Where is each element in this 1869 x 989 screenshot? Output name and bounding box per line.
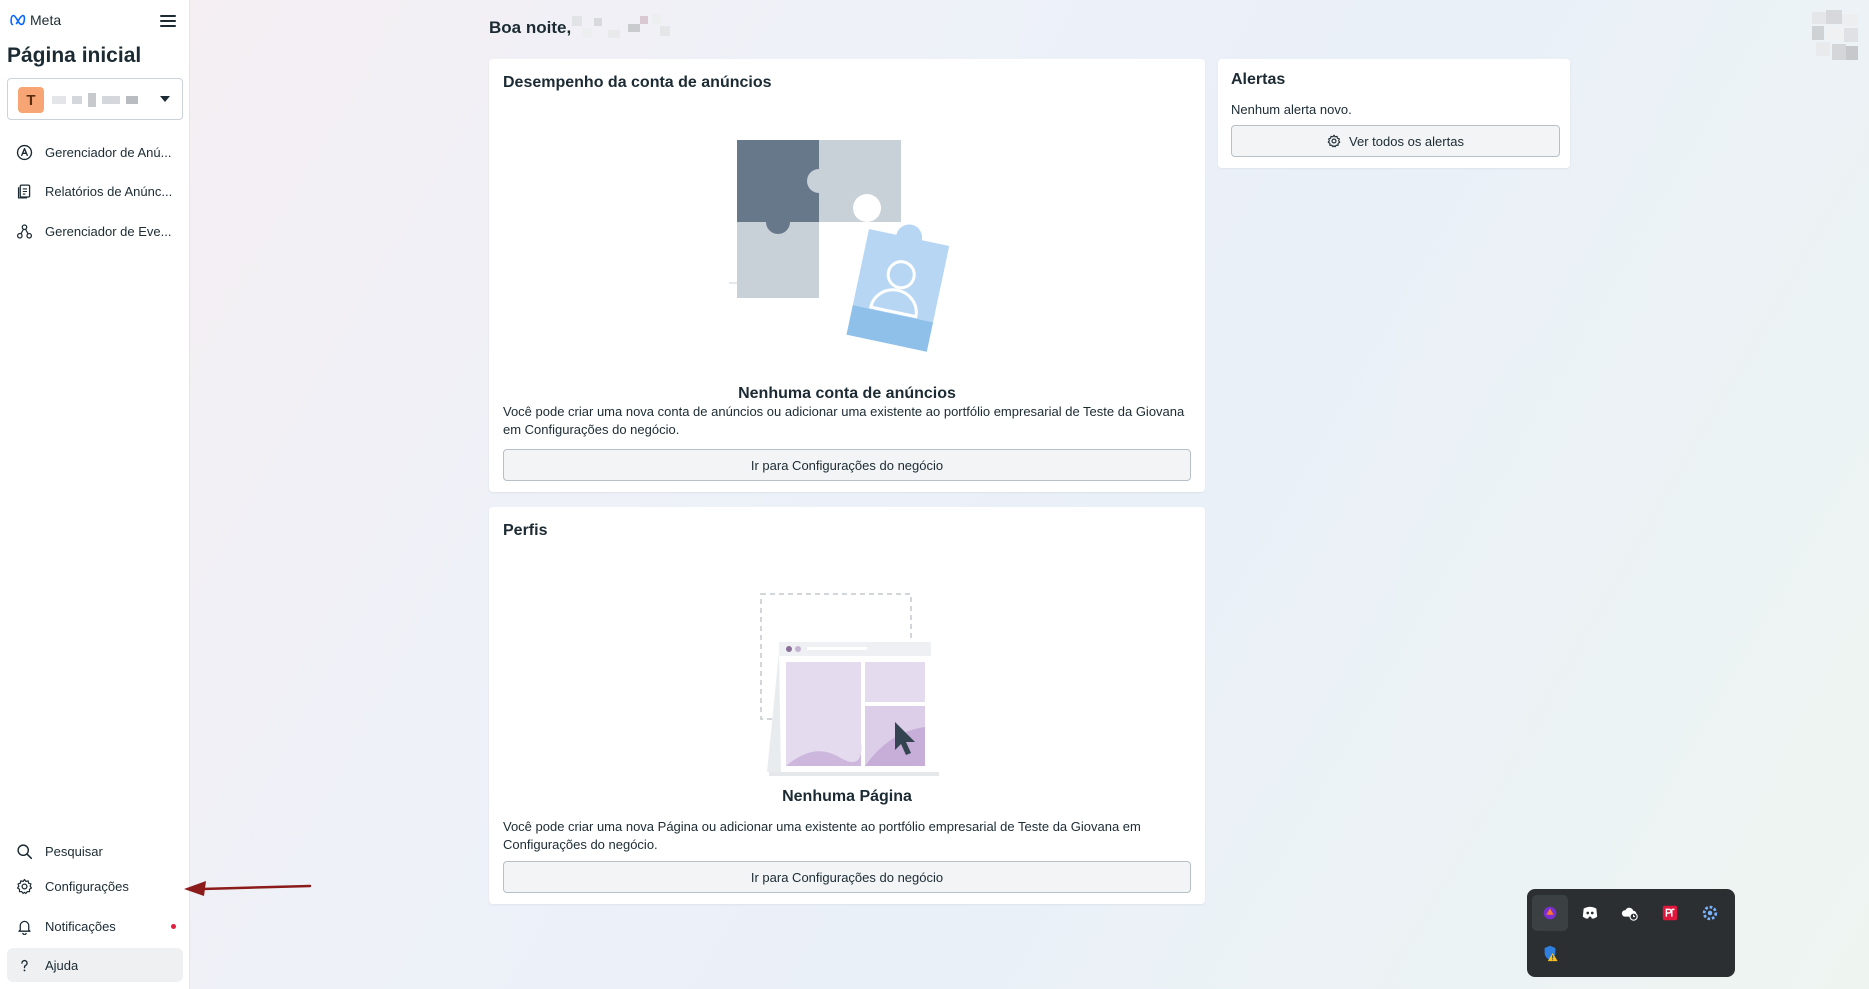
empty-state-title: Nenhuma conta de anúncios [738,385,956,402]
empty-state-description: Você pode criar uma nova Página ou adici… [503,819,1141,852]
go-to-business-settings-button[interactable]: Ir para Configurações do negócio [503,449,1191,481]
view-all-alerts-button[interactable]: Ver todos os alertas [1231,125,1560,157]
sidebar-item-label: Gerenciador de Eve... [45,223,172,239]
menu-toggle-icon[interactable] [160,15,176,27]
help-icon [15,956,33,974]
page-title: Página inicial [7,44,142,67]
reports-icon [15,182,33,200]
empty-state-description: Você pode criar uma nova conta de anúnci… [503,404,1185,437]
sidebar-item-label: Relatórios de Anúnc... [45,183,173,199]
sidebar-item-search[interactable]: Pesquisar [7,834,183,868]
page-illustration [760,593,939,776]
gear-icon [1327,134,1341,148]
settings-gear-icon[interactable] [1692,895,1728,931]
discord-icon[interactable] [1572,895,1608,931]
chevron-down-icon [160,96,170,102]
meta-infinity-icon [10,14,26,26]
sidebar-item-notifications[interactable]: Notificações [7,909,183,943]
pdf-app-icon[interactable] [1652,895,1688,931]
search-icon [15,842,33,860]
app-purple-icon[interactable] [1532,895,1568,931]
sidebar-item-label: Gerenciador de Anú... [45,144,172,160]
events-manager-icon [15,222,33,240]
system-tray-overflow [1527,889,1735,977]
sidebar-item-events-manager[interactable]: Gerenciador de Eve... [7,214,183,248]
gear-icon [15,877,33,895]
cloud-sync-icon[interactable] [1612,895,1648,931]
profiles-card: Perfis Nenhuma Página Você pode criar um… [489,507,1205,904]
bell-icon [15,917,33,935]
sidebar: Meta Página inicial T Gerenciador de Anú… [0,0,190,989]
empty-state-title: Nenhuma Página [782,788,912,805]
meta-logo[interactable]: Meta [10,12,61,28]
card-title: Alertas [1231,71,1286,88]
alerts-empty-message: Nenhum alerta novo. [1231,102,1352,117]
alerts-card: Alertas Nenhum alerta novo. Ver todos os… [1218,59,1570,168]
profile-avatar-redacted[interactable] [1812,10,1860,64]
ad-account-performance-card: Desempenho da conta de anúncios Nenhuma … [489,59,1205,492]
sidebar-item-ads-manager[interactable]: Gerenciador de Anú... [7,135,183,169]
greeting-text: Boa noite, [489,18,572,37]
go-to-business-settings-button[interactable]: Ir para Configurações do negócio [503,861,1191,893]
sidebar-item-label: Pesquisar [45,843,103,859]
account-name-redacted [52,92,152,108]
defender-warning-icon[interactable] [1532,935,1568,971]
card-title: Perfis [503,522,548,539]
meta-brand-label: Meta [30,12,62,28]
sidebar-item-label: Ajuda [45,957,79,973]
business-account-selector[interactable]: T [7,78,183,120]
user-name-redacted [572,14,670,38]
button-label: Ver todos os alertas [1349,133,1464,149]
account-avatar: T [18,87,44,113]
card-title: Desempenho da conta de anúncios [503,74,772,91]
annotation-arrow [184,881,312,896]
puzzle-illustration [729,140,950,352]
ads-manager-icon [15,143,33,161]
sidebar-item-label: Notificações [45,918,116,934]
sidebar-item-help[interactable]: Ajuda [7,948,183,982]
notification-badge-dot [171,924,176,929]
sidebar-item-label: Configurações [45,878,129,894]
sidebar-item-settings[interactable]: Configurações [7,869,183,903]
sidebar-item-ads-reports[interactable]: Relatórios de Anúnc... [7,174,183,208]
